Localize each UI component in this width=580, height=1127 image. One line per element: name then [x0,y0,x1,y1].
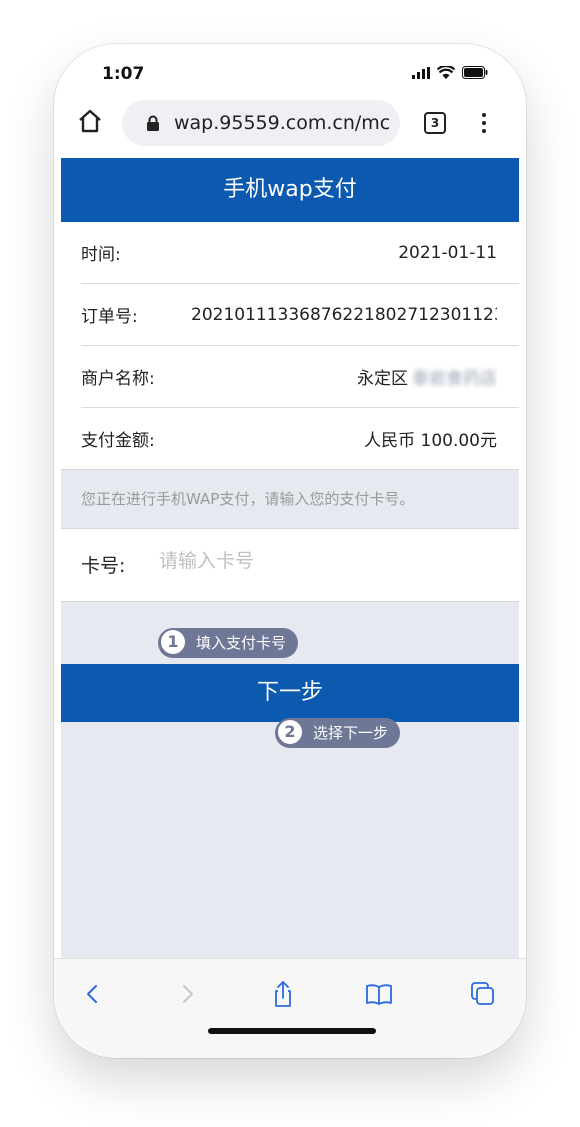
back-icon[interactable] [78,979,108,1009]
next-step-button[interactable]: 下一步 [61,664,519,722]
annotation-text: 填入支付卡号 [196,634,287,652]
row-amount: 支付金额: 人民币 100.00元 [81,408,519,469]
row-value: 永定区 泰岩食药店 [357,364,497,389]
home-icon[interactable] [76,107,104,135]
wifi-icon [437,66,455,79]
share-icon[interactable] [268,979,298,1009]
merchant-name-blurred: 泰岩食药店 [412,369,497,389]
url-text: wap.95559.com.cn/mc [174,112,391,134]
card-number-input[interactable] [159,545,459,577]
row-value: 人民币 100.00元 [364,431,497,451]
annotation-bubble-2: 2 选择下一步 [275,718,401,748]
annotation-number: 2 [278,720,302,744]
battery-icon [462,66,488,79]
bottom-toolbar [54,958,526,1058]
row-label: 订单号: [81,307,138,327]
row-label: 时间: [81,245,121,265]
phone-frame: 1:07 wap.95559.com.cn/mc 3 手机wap支付 时间: 2… [54,44,526,1058]
annotation-number: 1 [161,630,185,654]
row-value: 2021-01-11 [398,242,497,263]
annotation-bubble-1: 1 填入支付卡号 [158,628,299,658]
row-merchant: 商户名称: 永定区 泰岩食药店 [81,346,519,408]
payment-notice: 您正在进行手机WAP支付，请输入您的支付卡号。 [61,469,519,529]
lock-icon [147,115,159,131]
row-label: 商户名称: [81,369,155,389]
bookmarks-icon[interactable] [364,979,394,1009]
order-info: 时间: 2021-01-11 订单号: 20210111336876221802… [61,222,519,469]
status-time: 1:07 [102,64,145,84]
signal-icon [412,66,430,79]
address-bar[interactable]: wap.95559.com.cn/mc [122,100,400,146]
row-order-number: 订单号: 20210111336876221802712301123 [81,284,519,346]
row-time: 时间: 2021-01-11 [81,222,519,284]
row-label: 支付金额: [81,431,155,451]
card-number-row: 卡号: [61,529,519,602]
annotation-text: 选择下一步 [313,724,389,742]
page-title: 手机wap支付 [61,158,519,222]
row-value: 20210111336876221802712301123 [191,304,497,325]
menu-icon[interactable] [480,110,488,136]
web-page: 手机wap支付 时间: 2021-01-11 订单号: 202101113368… [61,158,519,958]
home-indicator[interactable] [208,1028,376,1034]
tabs-icon[interactable]: 3 [424,112,446,134]
status-icons [412,66,488,79]
forward-icon[interactable] [172,979,202,1009]
merchant-name: 永定区 [357,369,408,389]
tabs-overview-icon[interactable] [468,979,498,1009]
card-number-label: 卡号: [81,555,126,577]
